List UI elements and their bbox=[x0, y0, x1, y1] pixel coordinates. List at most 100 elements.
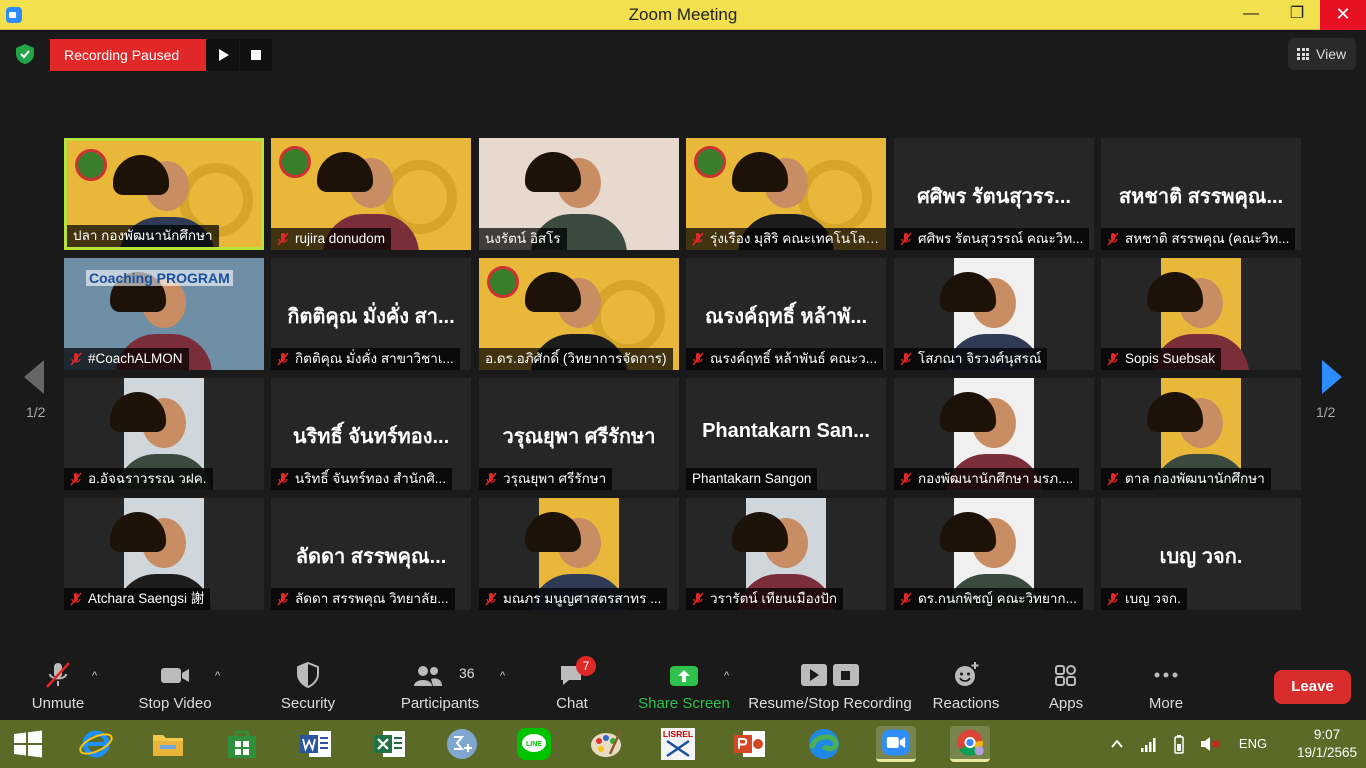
participant-tile[interactable]: กิตติคุณ มั่งคั่ง สา... กิตติคุณ มั่งคั่ง… bbox=[271, 258, 471, 370]
more-ellipsis-icon bbox=[1154, 672, 1178, 678]
chat-button[interactable]: 7 Chat bbox=[538, 650, 606, 720]
video-options-chevron-icon[interactable]: ^ bbox=[215, 670, 225, 682]
previous-page-arrow-icon[interactable] bbox=[24, 360, 44, 394]
leave-button[interactable]: Leave bbox=[1274, 670, 1351, 704]
share-screen-label: Share Screen bbox=[638, 695, 730, 712]
view-button[interactable]: View bbox=[1288, 38, 1356, 70]
minimize-button[interactable]: — bbox=[1228, 0, 1274, 30]
file-explorer-icon[interactable] bbox=[148, 726, 188, 762]
muted-mic-icon bbox=[70, 472, 82, 486]
excel-icon[interactable] bbox=[370, 726, 410, 762]
video-overlay-text: Coaching PROGRAM bbox=[86, 270, 233, 286]
maximize-button[interactable]: ❐ bbox=[1274, 0, 1320, 30]
stop-recording-button[interactable] bbox=[240, 39, 272, 71]
participant-tile[interactable]: นงรัตน์ อิสโร bbox=[479, 138, 679, 250]
participant-tile[interactable]: rujira donudom bbox=[271, 138, 471, 250]
taskbar-clock[interactable]: 9:07 19/1/2565 bbox=[1292, 726, 1362, 762]
edge-icon[interactable] bbox=[804, 726, 844, 762]
muted-mic-icon bbox=[1107, 232, 1119, 246]
audio-options-chevron-icon[interactable]: ^ bbox=[92, 670, 102, 682]
unmute-button[interactable]: Unmute bbox=[18, 650, 98, 720]
lisrel-icon[interactable]: LISREL bbox=[658, 726, 698, 762]
resume-recording-button[interactable] bbox=[207, 39, 239, 71]
paint-icon[interactable] bbox=[586, 726, 626, 762]
participant-tile[interactable]: ตาล กองพัฒนานักศึกษา bbox=[1101, 378, 1301, 490]
participant-name: ตาล กองพัฒนานักศึกษา bbox=[1125, 471, 1265, 486]
powerpoint-icon[interactable] bbox=[730, 726, 770, 762]
participant-tile[interactable]: Coaching PROGRAM #CoachALMON bbox=[64, 258, 264, 370]
participant-tile[interactable]: วรุณยุพา ศรีรักษา วรุณยุพา ศรีรักษา bbox=[479, 378, 679, 490]
participant-display-name: เบญ วจก. bbox=[1159, 546, 1243, 568]
participant-name: rujira donudom bbox=[295, 231, 386, 246]
word-icon[interactable] bbox=[296, 726, 336, 762]
participant-name-label: #CoachALMON bbox=[64, 348, 189, 370]
muted-mic-icon bbox=[1107, 592, 1119, 606]
participant-tile[interactable]: รุ่งเรือง มุสิริ คณะเทคโนโลย... bbox=[686, 138, 886, 250]
participant-tile[interactable]: เบญ วจก. เบญ วจก. bbox=[1101, 498, 1301, 610]
participants-options-chevron-icon[interactable]: ^ bbox=[500, 670, 510, 682]
participant-name-label: เบญ วจก. bbox=[1101, 588, 1187, 610]
tray-expand-chevron-icon[interactable] bbox=[1108, 720, 1126, 768]
chrome-icon[interactable] bbox=[950, 726, 990, 762]
participant-tile[interactable]: Atchara Saengsi 謝 bbox=[64, 498, 264, 610]
participant-tile[interactable]: Phantakarn San... Phantakarn Sangon bbox=[686, 378, 886, 490]
participant-display-name: กิตติคุณ มั่งคั่ง สา... bbox=[287, 306, 455, 328]
participant-tile[interactable]: สหชาติ สรรพคุณ... สหชาติ สรรพคุณ (คณะวิท.… bbox=[1101, 138, 1301, 250]
store-icon[interactable] bbox=[222, 726, 262, 762]
participant-name-label: ปลา กองพัฒนานักศึกษา bbox=[67, 225, 219, 247]
clock-date: 19/1/2565 bbox=[1296, 745, 1358, 760]
more-label: More bbox=[1148, 695, 1184, 712]
share-options-chevron-icon[interactable]: ^ bbox=[724, 670, 734, 682]
participants-button[interactable]: 36 Participants bbox=[395, 650, 485, 720]
participant-name-label: กองพัฒนานักศึกษา มรภ.... bbox=[894, 468, 1080, 490]
participant-tile[interactable]: นริทธิ์ จันทร์ทอง... นริทธิ์ จันทร์ทอง สำ… bbox=[271, 378, 471, 490]
participant-name-label: ดร.กนกพิชญ์ คณะวิทยาก... bbox=[894, 588, 1083, 610]
muted-mic-icon bbox=[900, 232, 912, 246]
close-button[interactable]: ✕ bbox=[1320, 0, 1366, 30]
participant-name-label: ลัดดา สรรพคุณ วิทยาลัย... bbox=[271, 588, 455, 610]
participant-tile[interactable]: ปลา กองพัฒนานักศึกษา bbox=[64, 138, 264, 250]
line-icon[interactable]: LINE bbox=[514, 726, 554, 762]
windows-start-icon[interactable] bbox=[8, 728, 48, 760]
participant-tile[interactable]: อ.ดร.อภิศักดิ์ (วิทยาการจัดการ) bbox=[479, 258, 679, 370]
participant-tile[interactable]: Sopis Suebsak bbox=[1101, 258, 1301, 370]
participant-tile[interactable]: กองพัฒนานักศึกษา มรภ.... bbox=[894, 378, 1094, 490]
gallery-grid-icon bbox=[1297, 48, 1309, 60]
participant-tile[interactable]: อ.อัจฉราวรรณ วฝค. bbox=[64, 378, 264, 490]
speaker-muted-icon[interactable] bbox=[1198, 720, 1222, 768]
internet-explorer-icon[interactable] bbox=[76, 726, 116, 762]
participant-tile[interactable]: ศศิพร รัตนสุวรร... ศศิพร รัตนสุวรรณ์ คณะว… bbox=[894, 138, 1094, 250]
next-page-arrow-icon[interactable] bbox=[1320, 360, 1342, 394]
security-button[interactable]: Security bbox=[270, 650, 346, 720]
stop-video-button[interactable]: Stop Video bbox=[130, 650, 220, 720]
participant-name-label: สหชาติ สรรพคุณ (คณะวิท... bbox=[1101, 228, 1296, 250]
encryption-shield-icon[interactable] bbox=[14, 43, 36, 65]
clock-time: 9:07 bbox=[1313, 727, 1341, 742]
participant-tile[interactable]: วรารัตน์ เทียนเมืองปัก bbox=[686, 498, 886, 610]
participant-tile[interactable]: ณรงค์ฤทธิ์ หล้าพั... ณรงค์ฤทธิ์ หล้าพันธ์… bbox=[686, 258, 886, 370]
participant-display-name: Phantakarn San... bbox=[702, 420, 870, 442]
input-language[interactable]: ENG bbox=[1236, 720, 1270, 768]
apps-icon bbox=[1055, 665, 1076, 686]
math-input-icon[interactable] bbox=[442, 726, 482, 762]
participant-name-label: ศศิพร รัตนสุวรรณ์ คณะวิท... bbox=[894, 228, 1090, 250]
network-signal-icon[interactable] bbox=[1138, 720, 1158, 768]
apps-button[interactable]: Apps bbox=[1034, 650, 1098, 720]
share-screen-button[interactable]: Share Screen bbox=[636, 650, 732, 720]
zoom-icon[interactable] bbox=[876, 726, 916, 762]
more-button[interactable]: More bbox=[1134, 650, 1198, 720]
participant-name: อ.อัจฉราวรรณ วฝค. bbox=[88, 471, 207, 486]
participant-tile[interactable]: ลัดดา สรรพคุณ... ลัดดา สรรพคุณ วิทยาลัย..… bbox=[271, 498, 471, 610]
reactions-button[interactable]: Reactions bbox=[928, 650, 1004, 720]
participant-tile[interactable]: โสภณา จิรวงศ์นุสรณ์ bbox=[894, 258, 1094, 370]
battery-icon[interactable] bbox=[1168, 720, 1190, 768]
participant-name-label: Sopis Suebsak bbox=[1101, 348, 1222, 370]
participant-tile[interactable]: ดร.กนกพิชญ์ คณะวิทยาก... bbox=[894, 498, 1094, 610]
participant-tile[interactable]: มณภร มนูญศาสตรสาทร ... bbox=[479, 498, 679, 610]
participant-name-label: อ.อัจฉราวรรณ วฝค. bbox=[64, 468, 213, 490]
resume-stop-recording-button[interactable]: Resume/Stop Recording bbox=[746, 650, 914, 720]
page-indicator-left: 1/2 bbox=[26, 404, 46, 420]
video-camera-icon bbox=[161, 668, 189, 683]
muted-mic-icon bbox=[900, 472, 912, 486]
muted-mic-icon bbox=[277, 352, 289, 366]
